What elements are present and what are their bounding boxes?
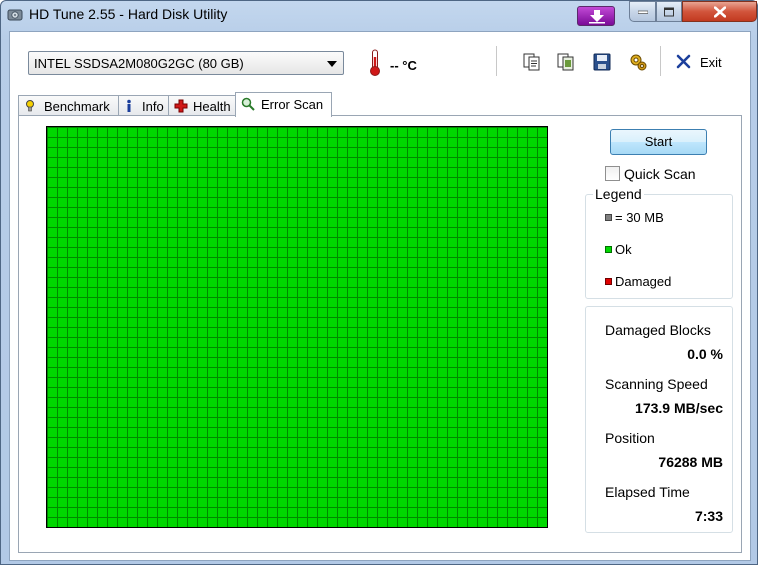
tab-health-label: Health xyxy=(193,99,231,114)
window-title: HD Tune 2.55 - Hard Disk Utility xyxy=(29,6,228,22)
ok-swatch-icon xyxy=(605,246,612,253)
exit-x-icon xyxy=(676,54,691,69)
thermometer-icon xyxy=(370,49,380,76)
error-scan-panel: Start Quick Scan Legend = 30 MB Ok Damag… xyxy=(18,115,742,553)
damaged-blocks-value: 0.0 % xyxy=(687,346,723,362)
legend-block-size-label: = 30 MB xyxy=(615,210,664,225)
magnifier-icon xyxy=(241,97,255,111)
exit-label: Exit xyxy=(700,55,722,70)
damaged-swatch-icon xyxy=(605,278,612,285)
benchmark-icon xyxy=(26,100,34,112)
damaged-blocks-label: Damaged Blocks xyxy=(605,322,711,338)
toolbar-separator xyxy=(496,46,497,76)
options-icon[interactable] xyxy=(628,52,648,72)
maximize-button[interactable] xyxy=(656,1,682,22)
legend-damaged: Damaged xyxy=(605,274,671,289)
tab-info-label: Info xyxy=(142,99,164,114)
tab-info[interactable]: Info xyxy=(118,95,169,116)
drive-dropdown[interactable]: INTEL SSDSA2M080G2GC (80 GB) xyxy=(28,51,344,75)
block-swatch-icon xyxy=(605,214,612,221)
legend-ok-label: Ok xyxy=(615,242,632,257)
copy-text-icon[interactable] xyxy=(522,52,542,72)
minimize-icon xyxy=(637,10,648,14)
elapsed-time-value: 7:33 xyxy=(694,508,723,524)
tab-error-scan[interactable]: Error Scan xyxy=(235,92,332,117)
toolbar-separator xyxy=(660,46,661,76)
window-controls xyxy=(629,1,757,22)
title-bar[interactable]: HD Tune 2.55 - Hard Disk Utility xyxy=(1,1,757,29)
scanning-speed-value: 173.9 MB/sec xyxy=(635,400,723,416)
position-label: Position xyxy=(605,430,655,446)
quick-scan-label: Quick Scan xyxy=(624,166,696,182)
minimize-to-tray-button[interactable] xyxy=(577,6,615,26)
hdtune-app-icon xyxy=(7,9,23,21)
info-icon xyxy=(127,99,131,112)
legend-block-size: = 30 MB xyxy=(605,210,664,225)
tab-benchmark-label: Benchmark xyxy=(44,99,110,114)
legend-ok: Ok xyxy=(605,242,632,257)
chevron-down-icon xyxy=(327,61,337,67)
tab-health[interactable]: Health xyxy=(168,95,236,116)
quick-scan-checkbox[interactable] xyxy=(605,166,620,181)
legend-title: Legend xyxy=(593,186,644,202)
tab-benchmark[interactable]: Benchmark xyxy=(18,95,119,116)
close-button[interactable] xyxy=(682,1,757,22)
legend-damaged-label: Damaged xyxy=(615,274,672,289)
minimize-button[interactable] xyxy=(629,1,656,22)
app-window: HD Tune 2.55 - Hard Disk Utility INTEL S… xyxy=(0,0,758,565)
position-value: 76288 MB xyxy=(658,454,723,470)
temperature-readout: -- °C xyxy=(390,58,417,73)
elapsed-time-label: Elapsed Time xyxy=(605,484,690,500)
client-area: INTEL SSDSA2M080G2GC (80 GB) -- °C Exit … xyxy=(9,31,751,561)
copy-screenshot-icon[interactable] xyxy=(556,52,576,72)
health-icon xyxy=(174,99,188,113)
maximize-icon xyxy=(664,7,674,16)
drive-dropdown-value: INTEL SSDSA2M080G2GC (80 GB) xyxy=(34,56,244,71)
scan-block-map xyxy=(46,126,548,528)
close-icon xyxy=(713,6,726,17)
tab-error-scan-label: Error Scan xyxy=(261,97,324,112)
save-icon[interactable] xyxy=(592,52,612,72)
tab-strip: Benchmark Info Health Error Scan xyxy=(18,92,348,117)
start-button[interactable]: Start xyxy=(610,129,707,155)
down-arrow-icon xyxy=(589,10,605,24)
scanning-speed-label: Scanning Speed xyxy=(605,376,708,392)
